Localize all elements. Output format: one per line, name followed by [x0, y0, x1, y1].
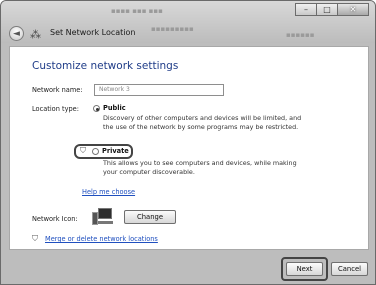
public-radio[interactable] [93, 105, 100, 112]
merge-delete-link[interactable]: Merge or delete network locations [45, 235, 158, 243]
maximize-button[interactable]: □ [316, 3, 338, 16]
network-name-value: Network 3 [99, 86, 130, 93]
shield-icon: ⛉ [32, 234, 38, 243]
private-description-line-1: This allows you to see computers and dev… [103, 159, 297, 167]
private-option-label: Private [102, 147, 129, 155]
next-button[interactable]: Next [286, 262, 323, 276]
location-type-label: Location type: [32, 105, 79, 113]
private-radio[interactable] [92, 148, 99, 155]
shield-icon: ⛉ [80, 146, 86, 155]
computer-icon [92, 208, 114, 226]
content-panel: Customize network settings Network name:… [9, 46, 369, 250]
network-name-input[interactable]: Network 3 [94, 84, 224, 96]
cancel-button[interactable]: Cancel [331, 262, 368, 276]
back-arrow-icon[interactable]: ◄ [9, 26, 24, 41]
change-icon-button[interactable]: Change [124, 210, 176, 224]
private-description-line-2: your computer discoverable. [103, 168, 195, 176]
set-network-location-window: ▪▪▪▪ ▪▪▪ ▪▪▪ ▪▪▪▪▪▪▪▪▪ ▪▪▪▪▪▪ – □ ✕ ◄ ⁂ … [0, 0, 376, 285]
public-description-line-2: the use of the network by some programs … [103, 123, 299, 131]
window-controls: – □ ✕ [295, 3, 369, 16]
network-icon: ⁂ [30, 28, 41, 41]
minimize-button[interactable]: – [295, 3, 317, 16]
network-name-label: Network name: [32, 86, 83, 94]
help-me-choose-link[interactable]: Help me choose [82, 188, 135, 196]
public-option-label: Public [103, 104, 126, 112]
window-title: Set Network Location [50, 28, 136, 37]
title-bar: ▪▪▪▪ ▪▪▪ ▪▪▪ ▪▪▪▪▪▪▪▪▪ ▪▪▪▪▪▪ – □ ✕ ◄ ⁂ … [1, 1, 375, 43]
public-description-line-1: Discovery of other computers and devices… [103, 114, 302, 122]
page-heading: Customize network settings [32, 60, 179, 72]
close-button[interactable]: ✕ [337, 3, 369, 16]
network-icon-label: Network Icon: [32, 215, 78, 223]
